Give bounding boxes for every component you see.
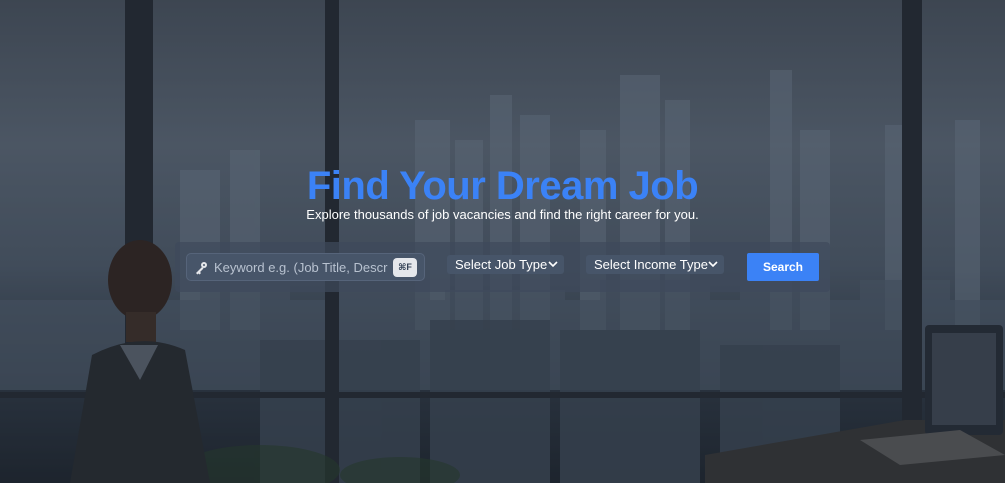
keyword-input[interactable] — [214, 254, 388, 280]
income-type-select-label: Select Income Type — [594, 257, 708, 272]
key-icon — [196, 262, 207, 275]
income-type-select[interactable]: Select Income Type — [586, 255, 724, 274]
hero-title: Find Your Dream Job — [306, 164, 699, 208]
hero-section: Find Your Dream Job Explore thousands of… — [0, 0, 1005, 483]
job-search-form: ⌘F Select Job Type Select Income Type Se… — [175, 242, 830, 292]
search-button[interactable]: Search — [747, 253, 819, 281]
hero-subtitle: Explore thousands of job vacancies and f… — [306, 207, 699, 222]
chevron-down-icon — [708, 261, 718, 268]
keyword-search-field[interactable]: ⌘F — [186, 253, 425, 281]
job-type-select-label: Select Job Type — [455, 257, 548, 272]
job-type-select[interactable]: Select Job Type — [447, 255, 564, 274]
chevron-down-icon — [548, 261, 558, 268]
keyboard-shortcut-badge: ⌘F — [393, 258, 417, 277]
